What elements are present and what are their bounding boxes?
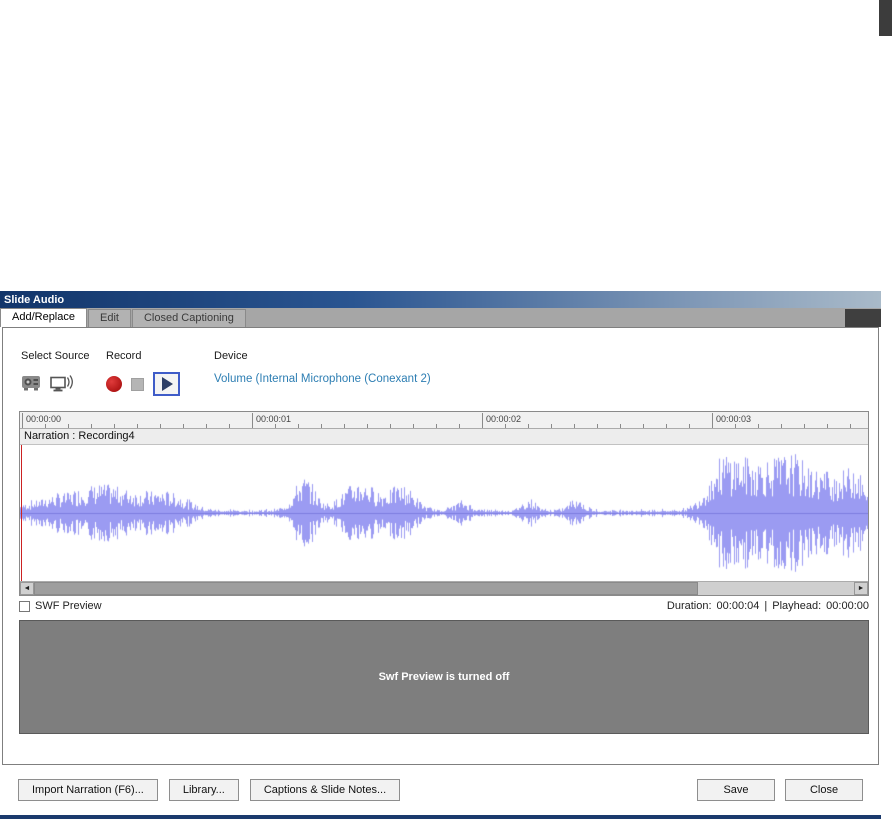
play-button[interactable] xyxy=(153,372,180,396)
duration-value: 00:00:04 xyxy=(716,600,760,612)
stop-button[interactable] xyxy=(131,377,144,391)
swf-preview-checkbox[interactable] xyxy=(19,600,30,612)
dialog-titlebar[interactable]: Slide Audio xyxy=(0,291,881,308)
ruler-tick-label: 00:00:01 xyxy=(252,413,291,428)
tab-add-replace[interactable]: Add/Replace xyxy=(0,308,87,327)
swf-preview-panel: Swf Preview is turned off xyxy=(19,620,869,734)
playhead-value: 00:00:00 xyxy=(826,600,869,612)
timeline-scrollbar[interactable]: ◄ ► xyxy=(20,581,868,595)
playhead-line[interactable] xyxy=(21,445,22,581)
tab-bar-end-cap xyxy=(845,309,881,327)
ruler-tick-label: 00:00:02 xyxy=(482,413,521,428)
timeline-ruler[interactable]: 00:00:00 00:00:01 00:00:02 00:00:03 xyxy=(20,412,868,429)
swf-preview-message: Swf Preview is turned off xyxy=(378,671,510,683)
record-icon xyxy=(106,376,122,392)
readout-divider: | xyxy=(764,600,768,612)
status-row: SWF Preview Duration: 00:00:04 | Playhea… xyxy=(19,600,869,612)
tab-bar: Add/Replace Edit Closed Captioning xyxy=(0,308,881,327)
scroll-left-icon: ◄ xyxy=(23,585,31,592)
ruler-tick-label: 00:00:03 xyxy=(712,413,751,428)
ruler-tick-label: 00:00:00 xyxy=(22,413,61,428)
duration-label: Duration: xyxy=(666,600,712,612)
scrollbar-thumb[interactable] xyxy=(34,582,699,595)
recorder-icon xyxy=(21,373,41,395)
tab-edit[interactable]: Edit xyxy=(88,309,131,327)
scroll-left-button[interactable]: ◄ xyxy=(20,582,34,595)
audio-timeline: 00:00:00 00:00:01 00:00:02 00:00:03 Narrati… xyxy=(19,411,869,596)
select-source-label: Select Source xyxy=(21,350,90,362)
waveform-area[interactable] xyxy=(20,445,868,581)
device-group: Device Volume (Internal Microphone (Cone… xyxy=(214,350,431,397)
import-narration-button[interactable]: Import Narration (F6)... xyxy=(18,779,158,801)
swf-preview-label: SWF Preview xyxy=(35,600,102,612)
select-source-group: Select Source xyxy=(21,350,106,397)
save-button[interactable]: Save xyxy=(697,779,775,801)
scrollbar-track[interactable] xyxy=(34,582,854,595)
close-button[interactable]: Close xyxy=(785,779,863,801)
controls-row: Select Source Record Device Volume (Inte… xyxy=(3,328,878,397)
playhead-label: Playhead: xyxy=(772,600,822,612)
record-group: Record xyxy=(106,350,214,397)
footer-right-buttons: Save Close xyxy=(697,779,863,801)
tab-closed-captioning[interactable]: Closed Captioning xyxy=(131,309,246,327)
play-icon xyxy=(162,377,173,391)
scroll-right-icon: ► xyxy=(857,585,865,592)
device-volume-link[interactable]: Volume (Internal Microphone (Conexant 2) xyxy=(214,371,431,387)
record-button[interactable] xyxy=(106,376,122,392)
swf-preview-toggle[interactable]: SWF Preview xyxy=(19,600,102,612)
dialog-bottom-edge xyxy=(0,815,881,819)
slide-audio-dialog: Slide Audio Add/Replace Edit Closed Capt… xyxy=(0,291,881,819)
audio-recorder-source-button[interactable] xyxy=(21,373,41,395)
screen: Slide Audio Add/Replace Edit Closed Capt… xyxy=(0,0,892,819)
dialog-content: Select Source Record Device Volume (Inte… xyxy=(2,327,879,765)
waveform-canvas[interactable] xyxy=(20,445,868,581)
dialog-title: Slide Audio xyxy=(4,293,65,306)
stop-icon xyxy=(131,377,144,391)
monitor-speaker-icon xyxy=(50,373,73,396)
dialog-footer: Import Narration (F6)... Library... Capt… xyxy=(0,779,881,801)
record-label: Record xyxy=(106,350,142,362)
duration-playhead-readout: Duration: 00:00:04 | Playhead: 00:00:00 xyxy=(667,600,869,612)
window-edge-fragment xyxy=(879,0,892,36)
footer-left-buttons: Import Narration (F6)... Library... Capt… xyxy=(18,779,401,801)
device-label: Device xyxy=(214,350,248,362)
captions-slide-notes-button[interactable]: Captions & Slide Notes... xyxy=(249,779,401,801)
system-audio-source-button[interactable] xyxy=(50,373,73,396)
scroll-right-button[interactable]: ► xyxy=(854,582,868,595)
library-button[interactable]: Library... xyxy=(168,779,239,801)
track-label: Narration : Recording4 xyxy=(20,429,868,445)
